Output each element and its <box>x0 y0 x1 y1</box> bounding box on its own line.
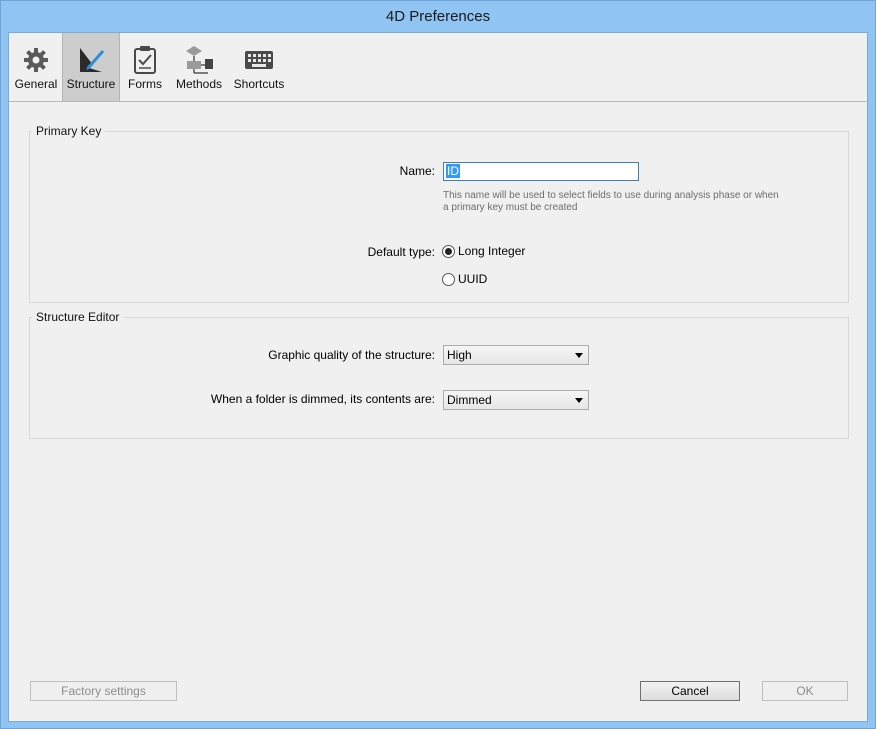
tab-label: Forms <box>128 77 162 91</box>
tab-label: General <box>14 77 58 91</box>
radio-button[interactable] <box>442 244 455 258</box>
radio-long-integer[interactable]: Long Integer <box>442 244 525 258</box>
preferences-window: 4D Preferences General Structure Forms M… <box>0 0 876 729</box>
clipboard-icon <box>134 46 156 74</box>
group-title: Structure Editor <box>36 310 120 324</box>
group-title: Primary Key <box>36 124 102 138</box>
tab-label: Shortcuts <box>233 77 285 91</box>
dropdown-arrow-icon <box>575 353 583 358</box>
gear-icon <box>24 48 48 72</box>
tab-shortcuts[interactable]: Shortcuts <box>228 33 290 101</box>
graphic-quality-label: Graphic quality of the structure: <box>268 348 435 362</box>
structure-icon <box>80 48 105 72</box>
keyboard-icon <box>245 51 273 69</box>
radio-uuid[interactable]: UUID <box>442 272 487 286</box>
factory-settings-button[interactable]: Factory settings <box>30 681 177 701</box>
flowchart-icon <box>186 46 213 74</box>
primary-key-name-input[interactable]: ID <box>443 162 639 181</box>
window-client-area: General Structure Forms Methods Shortcut… <box>8 32 868 722</box>
window-title: 4D Preferences <box>385 8 491 25</box>
preferences-toolbar: General Structure Forms Methods Shortcut… <box>9 33 867 102</box>
dimmed-folder-label: When a folder is dimmed, its contents ar… <box>210 392 435 406</box>
radio-button[interactable] <box>442 272 455 286</box>
tab-label: Methods <box>175 77 223 91</box>
name-value: ID <box>446 164 460 178</box>
name-hint-text: This name will be used to select fields … <box>443 190 779 213</box>
tab-structure[interactable]: Structure <box>62 33 120 101</box>
tab-general[interactable]: General <box>10 33 62 101</box>
dropdown-arrow-icon <box>575 398 583 403</box>
tab-forms[interactable]: Forms <box>120 33 170 101</box>
tab-label: Structure <box>66 77 116 91</box>
ok-button[interactable]: OK <box>762 681 848 701</box>
dimmed-contents-dropdown[interactable]: Dimmed <box>443 390 589 410</box>
dropdown-value: Dimmed <box>447 393 492 407</box>
name-label: Name: <box>399 164 435 178</box>
structure-editor-group: Structure Editor <box>29 310 849 439</box>
default-type-label: Default type: <box>367 245 435 259</box>
radio-label: Long Integer <box>458 244 526 258</box>
tab-methods[interactable]: Methods <box>170 33 228 101</box>
dropdown-value: High <box>447 348 472 362</box>
graphic-quality-dropdown[interactable]: High <box>443 345 589 365</box>
cancel-button[interactable]: Cancel <box>640 681 740 701</box>
radio-label: UUID <box>458 272 488 286</box>
